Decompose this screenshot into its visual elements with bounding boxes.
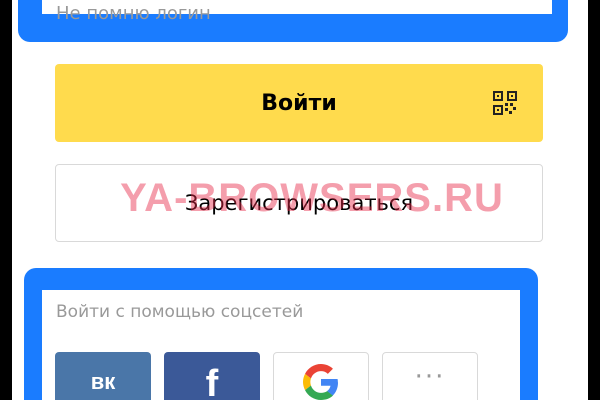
facebook-login-button[interactable]: f (164, 352, 260, 400)
google-login-button[interactable] (273, 352, 369, 400)
social-login-title: Войти с помощью соцсетей (56, 302, 304, 322)
login-button[interactable]: Войти (55, 64, 543, 142)
forgot-login-link[interactable]: Не помню логин (56, 3, 211, 25)
register-button[interactable]: Зарегистрироваться (55, 164, 543, 242)
register-button-label: Зарегистрироваться (184, 191, 414, 215)
qr-code-icon[interactable] (493, 91, 517, 115)
vk-login-button[interactable]: вк (55, 352, 151, 400)
facebook-icon: f (205, 362, 219, 400)
more-dots-icon: ··· (414, 362, 446, 392)
login-button-label: Войти (261, 90, 337, 116)
login-screen: Не помню логин Войти Зарегистрироваться … (12, 0, 588, 400)
vk-icon: вк (90, 369, 116, 394)
google-g-icon (303, 364, 339, 400)
more-social-button[interactable]: ··· (382, 352, 478, 400)
